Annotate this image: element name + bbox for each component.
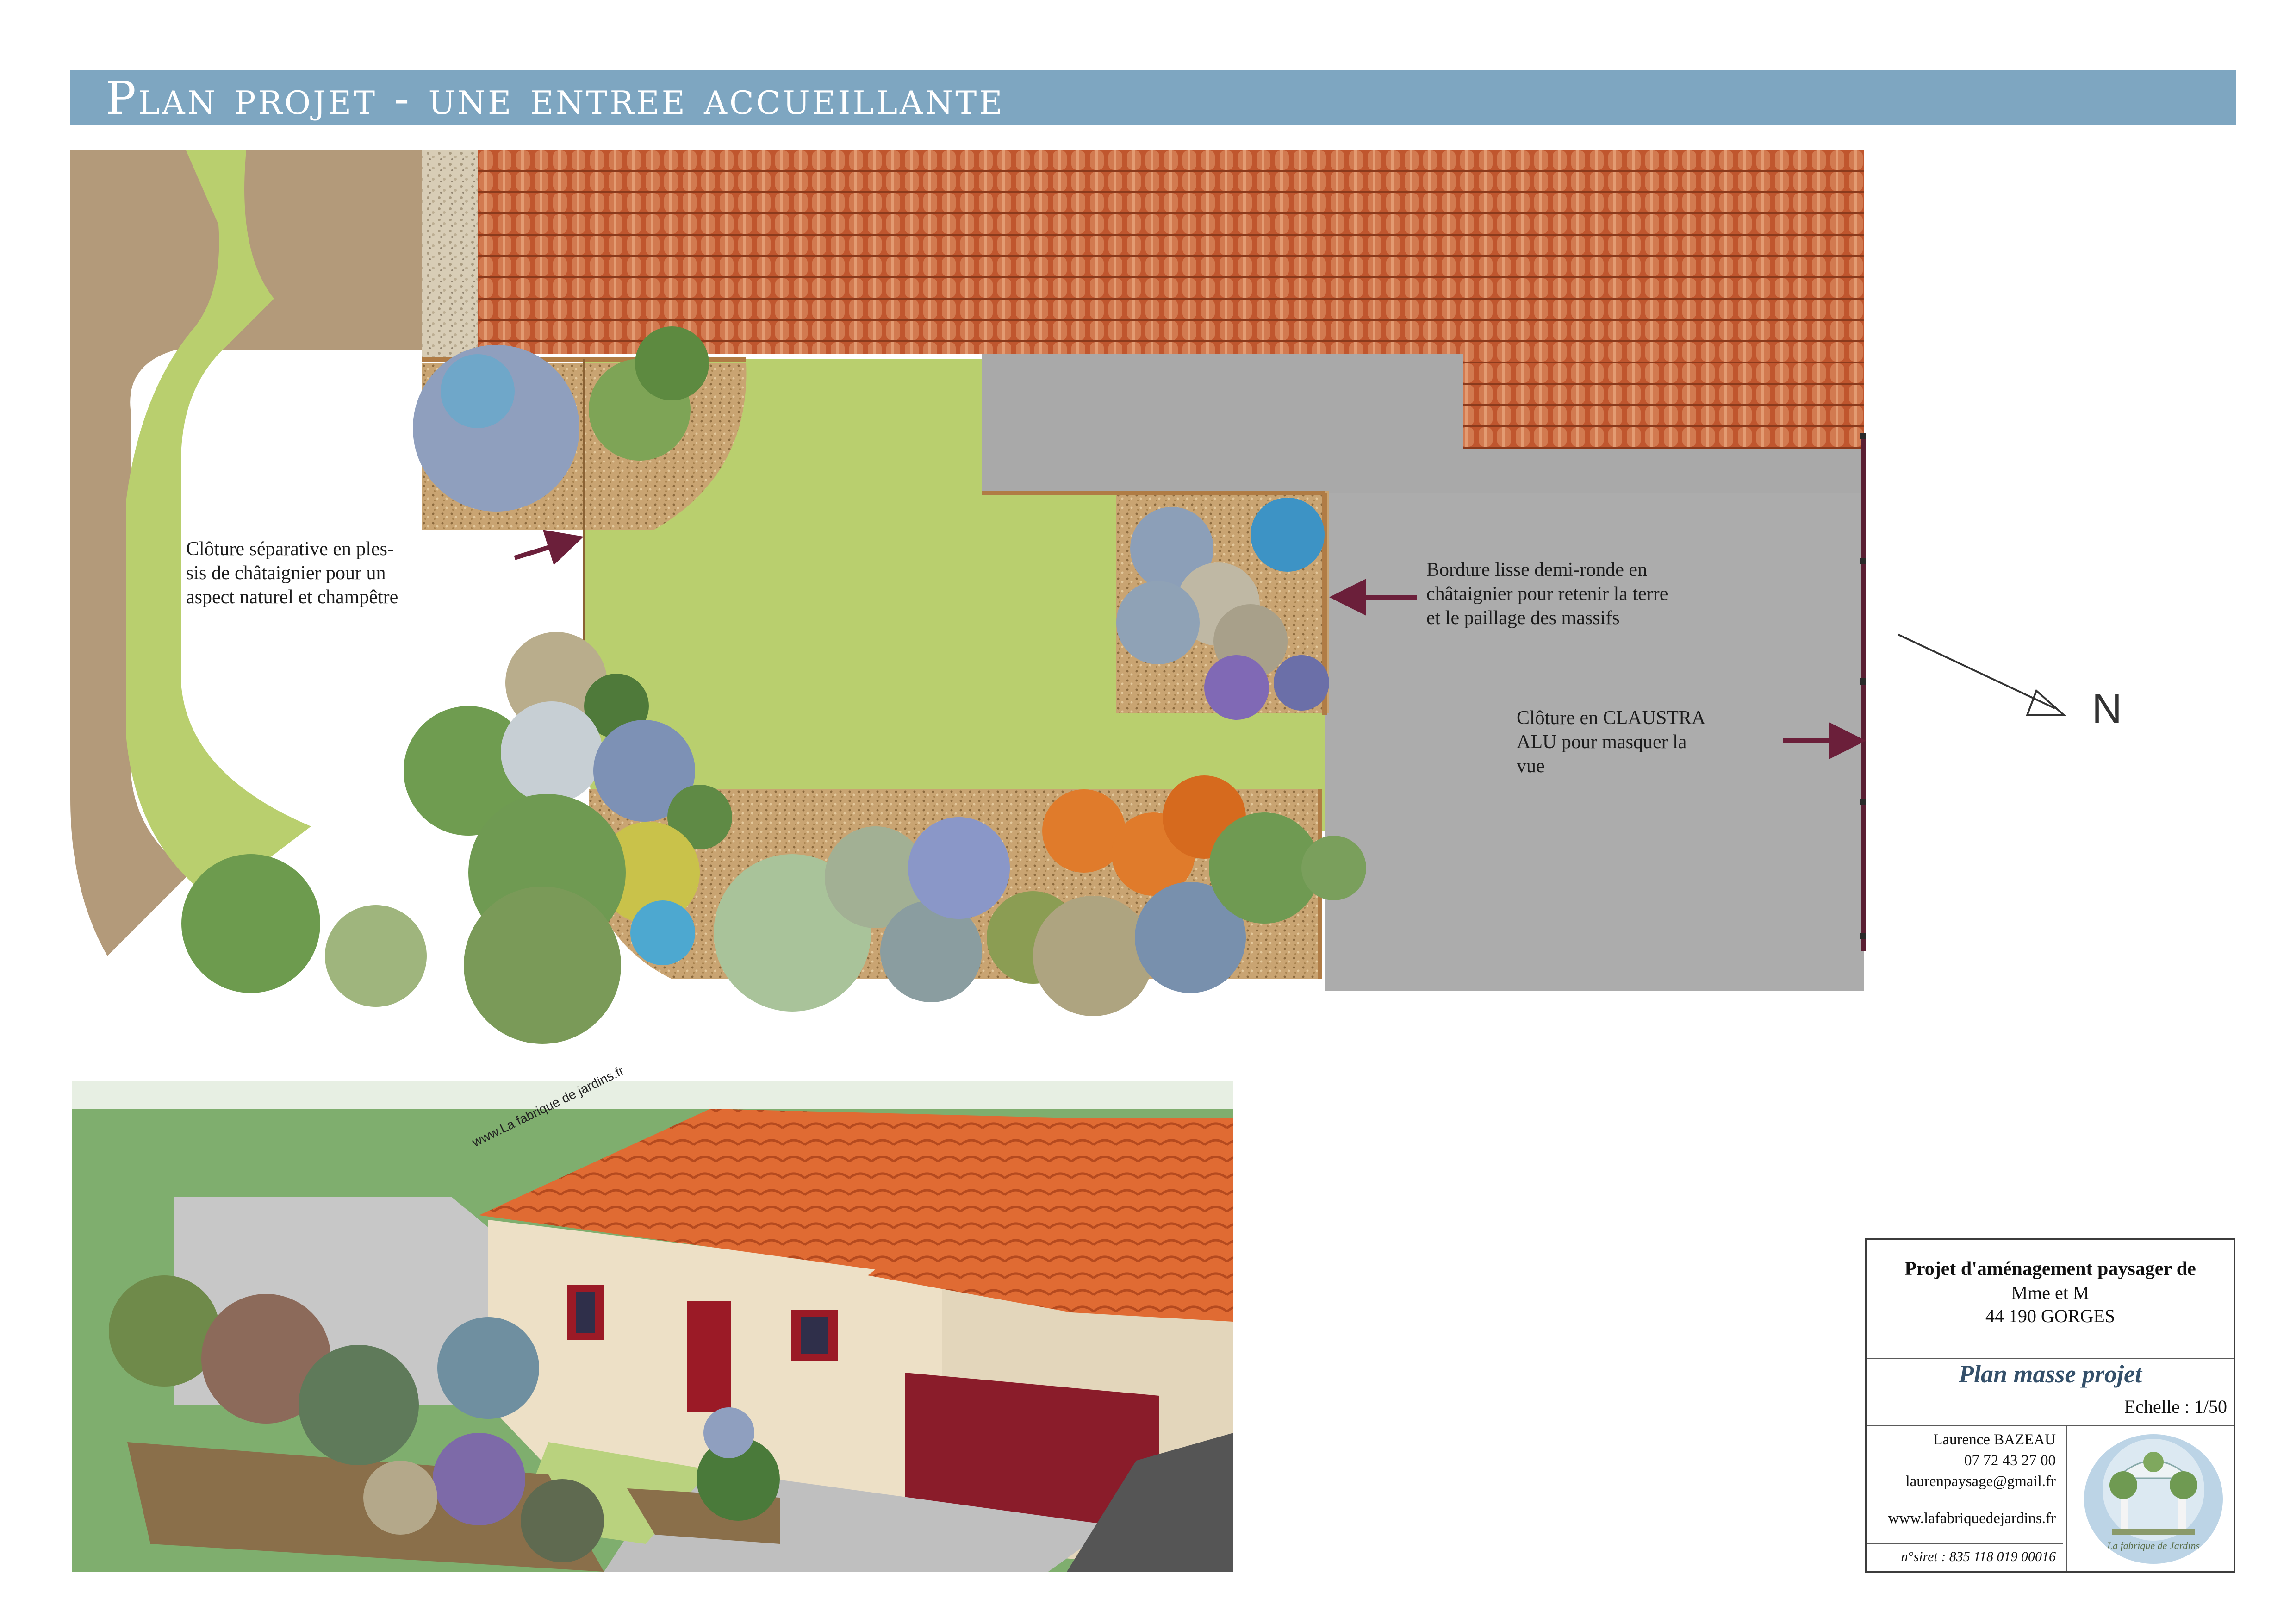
divider-vertical [2066, 1425, 2067, 1571]
annotation-line: ALU pour masquer la [1517, 731, 1687, 753]
siret-number: n°siret : 835 118 019 00016 [1901, 1549, 2056, 1564]
client-name: Mme et M [2011, 1282, 2090, 1303]
annotation-line: Bordure lisse demi-ronde en [1426, 559, 1648, 581]
page-title: Plan projet - une entree accueillante [106, 72, 1005, 125]
annotation-line: Clôture séparative en ples- [186, 538, 394, 560]
plan-name: Plan masse projet [1958, 1360, 2142, 1388]
designer-website: www.lafabriquedejardins.fr [1888, 1510, 2056, 1527]
annotation-line: châtaignier pour retenir la terre [1426, 583, 1668, 605]
annotation-line: sis de châtaignier pour un [186, 562, 386, 584]
divider [1867, 1425, 2234, 1426]
gravel-border [422, 150, 478, 359]
divider [1867, 1543, 2063, 1544]
designer-phone: 07 72 43 27 00 [1964, 1452, 2056, 1469]
title-block: Projet d'aménagement paysager de Mme et … [1865, 1238, 2235, 1573]
garage-roof [1463, 354, 1864, 449]
annotation-cloture-claustra: Clôture en CLAUSTRA ALU pour masquer la … [1517, 706, 1705, 778]
annotation-line: et le paillage des massifs [1426, 607, 1620, 629]
designer-name: Laurence BAZEAU [1933, 1431, 2056, 1448]
house-roof [478, 150, 1864, 354]
north-label: N [2092, 686, 2122, 732]
title-bar: Plan projet - une entree accueillante [70, 70, 2236, 125]
designer-email: laurenpaysage@gmail.fr [1905, 1473, 2056, 1490]
plan-scale: Echelle : 1/50 [2124, 1396, 2227, 1417]
annotation-line: vue [1517, 756, 1545, 777]
annotation-bordure: Bordure lisse demi-ronde en châtaignier … [1426, 558, 1668, 630]
site-plan: Clôture séparative en ples- sis de châta… [70, 150, 1866, 1067]
annotation-line: Clôture en CLAUSTRA [1517, 707, 1706, 729]
divider [1867, 1358, 2234, 1359]
north-arrow: N [1897, 625, 2138, 748]
annotation-line: aspect naturel et champêtre [186, 587, 398, 608]
project-location: 44 190 GORGES [1985, 1305, 2116, 1326]
annotation-arrow-plessis [514, 530, 584, 565]
company-logo: La fabrique de Jardins [2084, 1434, 2223, 1564]
perspective-view: www.La fabrique de jardins.fr [72, 1063, 1233, 1572]
project-title: Projet d'aménagement paysager de [1904, 1258, 2196, 1280]
logo-text: La fabrique de Jardins [2107, 1540, 2200, 1551]
perspective-drawing [72, 1081, 1233, 1572]
annotation-cloture-plessis: Clôture séparative en ples- sis de châta… [186, 537, 398, 609]
